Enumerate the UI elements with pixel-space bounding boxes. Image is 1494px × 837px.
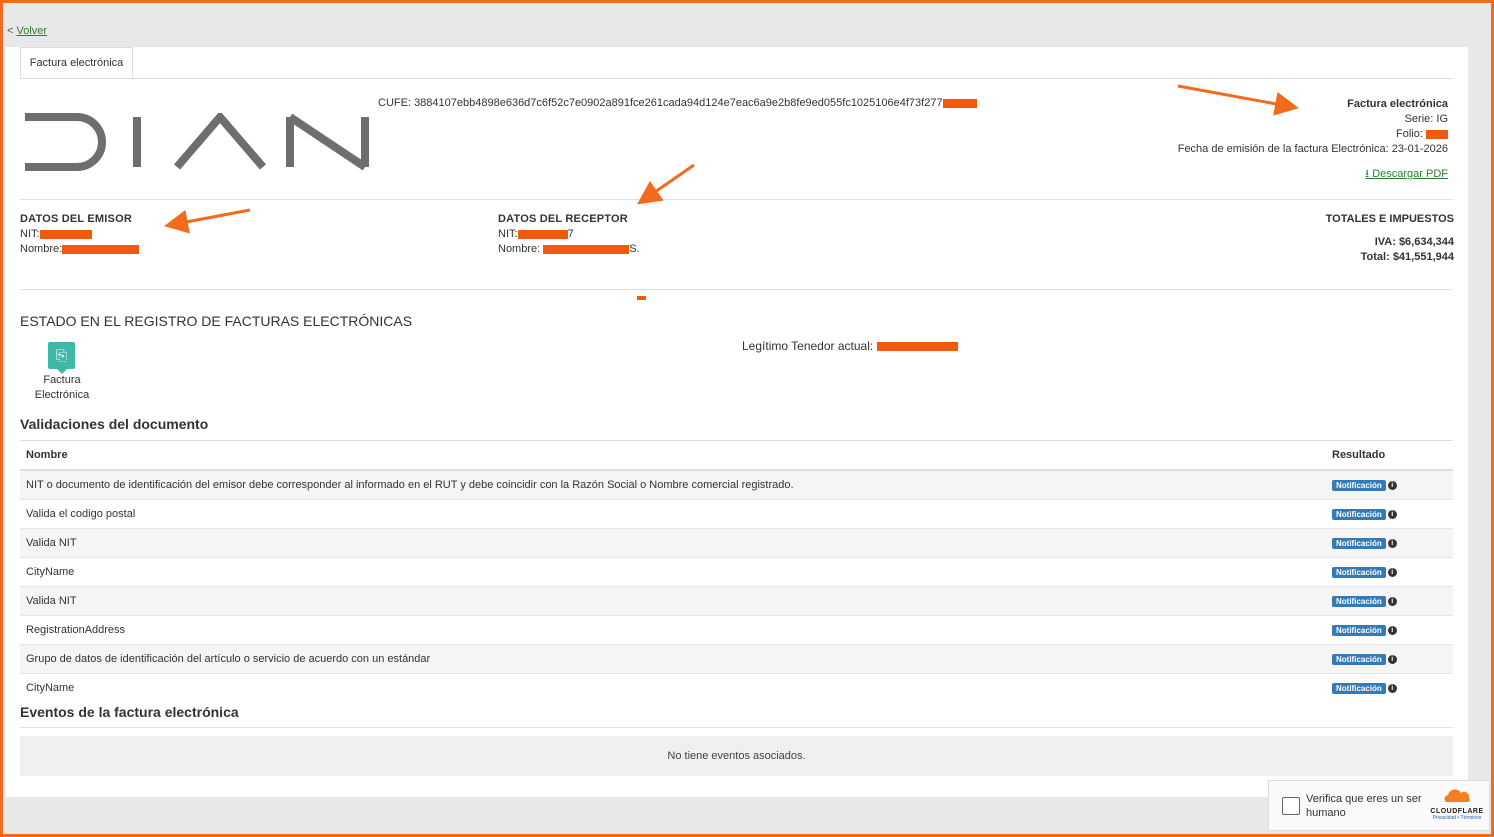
arrow-annotation — [1177, 84, 1299, 116]
arrow-annotation — [637, 163, 695, 205]
annotation-arrows — [164, 84, 1299, 234]
arrow-annotation — [164, 208, 251, 234]
